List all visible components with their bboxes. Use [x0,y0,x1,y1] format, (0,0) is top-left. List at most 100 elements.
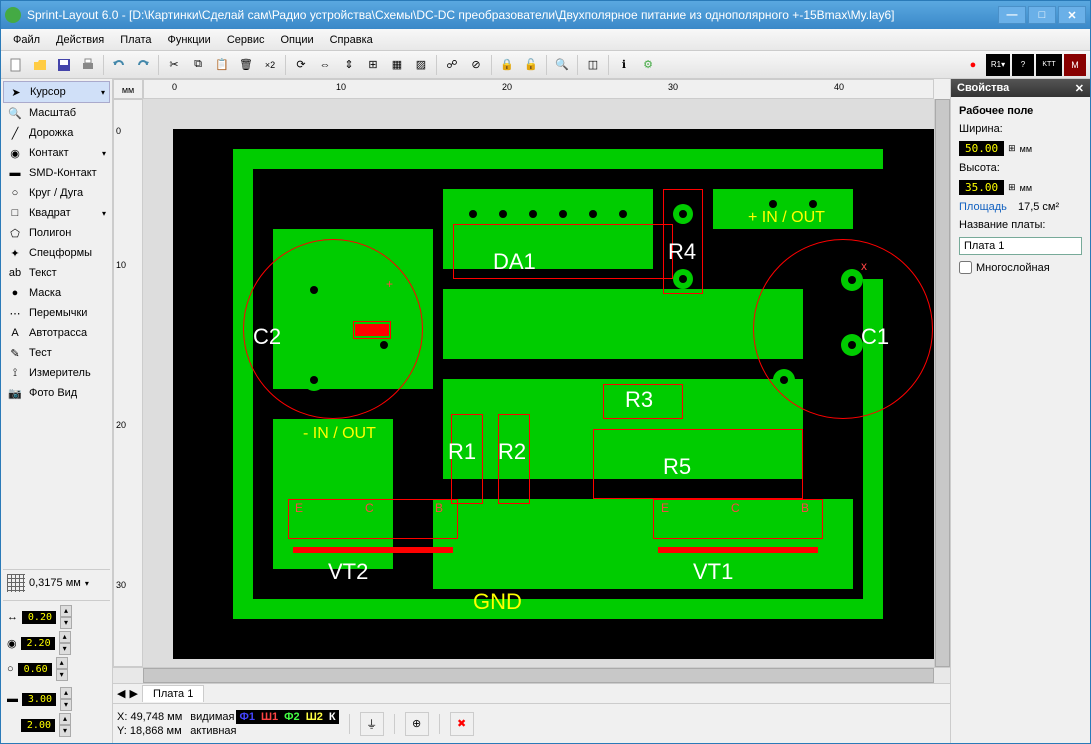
close-button[interactable]: ✕ [1058,6,1086,24]
scrollbar-vertical[interactable] [934,99,950,667]
dropdown-icon[interactable]: ▾ [102,149,106,158]
open-button[interactable] [29,54,51,76]
copy-button[interactable]: ⧉ [187,54,209,76]
tool-mask[interactable]: ●Маска [3,283,110,303]
props-name-input[interactable] [959,237,1082,255]
group-button[interactable]: ▦ [386,54,408,76]
padi-up[interactable]: ▴ [56,657,68,669]
tool-track[interactable]: ╱Дорожка [3,123,110,143]
zoom-button[interactable]: 🔍 [551,54,573,76]
tool-smd[interactable]: ▬SMD-Контакт [3,163,110,183]
menu-options[interactable]: Опции [273,31,322,49]
tool-autoroute[interactable]: AАвтотрасса [3,323,110,343]
macro-button[interactable]: ⚙ [637,54,659,76]
grid-icon[interactable] [7,574,25,592]
pcb-canvas[interactable]: DA1 R4 R3 R5 R1 R2 C2 C1 VT2 VT1 GND + I… [143,99,934,667]
props-close-icon[interactable]: ✕ [1075,82,1084,95]
dropdown-icon[interactable]: ▾ [102,209,106,218]
tool-square[interactable]: □Квадрат▾ [3,203,110,223]
tool-measure[interactable]: ⟟Измеритель [3,363,110,383]
paste-button[interactable]: 📋 [211,54,233,76]
tool-photo[interactable]: 📷Фото Вид [3,383,110,403]
r1-indicator[interactable]: R1▾ [986,54,1010,76]
delete-button[interactable]: 🗑 [235,54,257,76]
rotate-button[interactable]: ⟳ [290,54,312,76]
tool-pad[interactable]: ◉Контакт▾ [3,143,110,163]
ruler-tick: 40 [834,82,844,92]
smdh-dn[interactable]: ▾ [59,725,71,737]
connections-button[interactable]: ☍ [441,54,463,76]
tool-circle[interactable]: ○Круг / Дуга [3,183,110,203]
question-indicator[interactable]: ? [1012,54,1034,76]
menu-board[interactable]: Плата [112,31,159,49]
remove-conn-button[interactable]: ⊘ [465,54,487,76]
cut-button[interactable]: ✂ [163,54,185,76]
board-tab[interactable]: Плата 1 [142,685,204,702]
mirror-h-button[interactable]: ⇔ [314,54,336,76]
tool-special[interactable]: ✦Спецформы [3,243,110,263]
track-up[interactable]: ▴ [60,605,72,617]
props-area-link[interactable]: Площадь [959,201,1007,213]
pad-in-value[interactable]: 0.60 [18,663,52,676]
record-button[interactable]: ● [962,54,984,76]
tool-test[interactable]: ✎Тест [3,343,110,363]
tool-zoom[interactable]: 🔍Масштаб [3,103,110,123]
dropdown-icon[interactable]: ▾ [101,88,105,97]
tool-jumper[interactable]: ⋯Перемычки [3,303,110,323]
redo-button[interactable] [132,54,154,76]
info-button[interactable]: ℹ [613,54,635,76]
status-snap-button[interactable]: ⊕ [405,712,429,736]
maximize-button[interactable]: □ [1028,6,1056,24]
layer-s1[interactable]: Ш1 [261,711,278,723]
smd-h-value[interactable]: 2.00 [21,719,55,732]
align-button[interactable]: ⊞ [362,54,384,76]
layer-k[interactable]: К [329,711,336,723]
menu-file[interactable]: Файл [5,31,48,49]
save-button[interactable] [53,54,75,76]
ungroup-button[interactable]: ▨ [410,54,432,76]
scrollbar-horizontal[interactable] [113,667,950,683]
tool-cursor[interactable]: ➤Курсор▾ [3,81,110,103]
pado-dn[interactable]: ▾ [59,643,71,655]
lock-button[interactable]: 🔒 [496,54,518,76]
m-indicator[interactable]: M [1064,54,1086,76]
layer-f1[interactable]: Ф1 [239,711,255,723]
pcb-label-r3: R3 [625,387,653,413]
grid-dropdown-icon[interactable]: ▾ [85,579,89,588]
new-button[interactable] [5,54,27,76]
status-ground-button[interactable]: ⏚ [360,712,384,736]
unlock-button[interactable]: 🔓 [520,54,542,76]
tab-nav-left[interactable]: ◀ [117,687,125,700]
smdw-up[interactable]: ▴ [60,687,72,699]
pado-up[interactable]: ▴ [59,631,71,643]
menu-help[interactable]: Справка [322,31,381,49]
smdh-up[interactable]: ▴ [59,713,71,725]
pcb-label-da1: DA1 [493,249,536,275]
print-button[interactable] [77,54,99,76]
tab-nav-right[interactable]: ▶ [129,687,137,700]
track-dn[interactable]: ▾ [60,617,72,629]
smdw-dn[interactable]: ▾ [60,699,72,711]
transparent-button[interactable]: ◫ [582,54,604,76]
props-height-value[interactable]: 35.00 [959,180,1004,195]
pad-out-value[interactable]: 2.20 [21,637,55,650]
tool-text[interactable]: abТекст [3,263,110,283]
mirror-v-button[interactable]: ⇕ [338,54,360,76]
menu-actions[interactable]: Действия [48,31,112,49]
menu-service[interactable]: Сервис [219,31,273,49]
menu-functions[interactable]: Функции [159,31,218,49]
smd-w-value[interactable]: 3.00 [22,693,56,706]
layer-f2[interactable]: Ф2 [284,711,300,723]
ktt-indicator[interactable]: KTT [1036,54,1062,76]
minimize-button[interactable]: — [998,6,1026,24]
layer-s2[interactable]: Ш2 [306,711,323,723]
status-drc-button[interactable]: ✖ [450,712,474,736]
duplicate-button[interactable]: ×2 [259,54,281,76]
track-width-value[interactable]: 0.20 [22,611,56,624]
props-width-value[interactable]: 50.00 [959,141,1004,156]
undo-button[interactable] [108,54,130,76]
tool-label: Автотрасса [29,327,87,339]
padi-dn[interactable]: ▾ [56,669,68,681]
props-multilayer-checkbox[interactable] [959,261,972,274]
tool-poly[interactable]: ⬠Полигон [3,223,110,243]
